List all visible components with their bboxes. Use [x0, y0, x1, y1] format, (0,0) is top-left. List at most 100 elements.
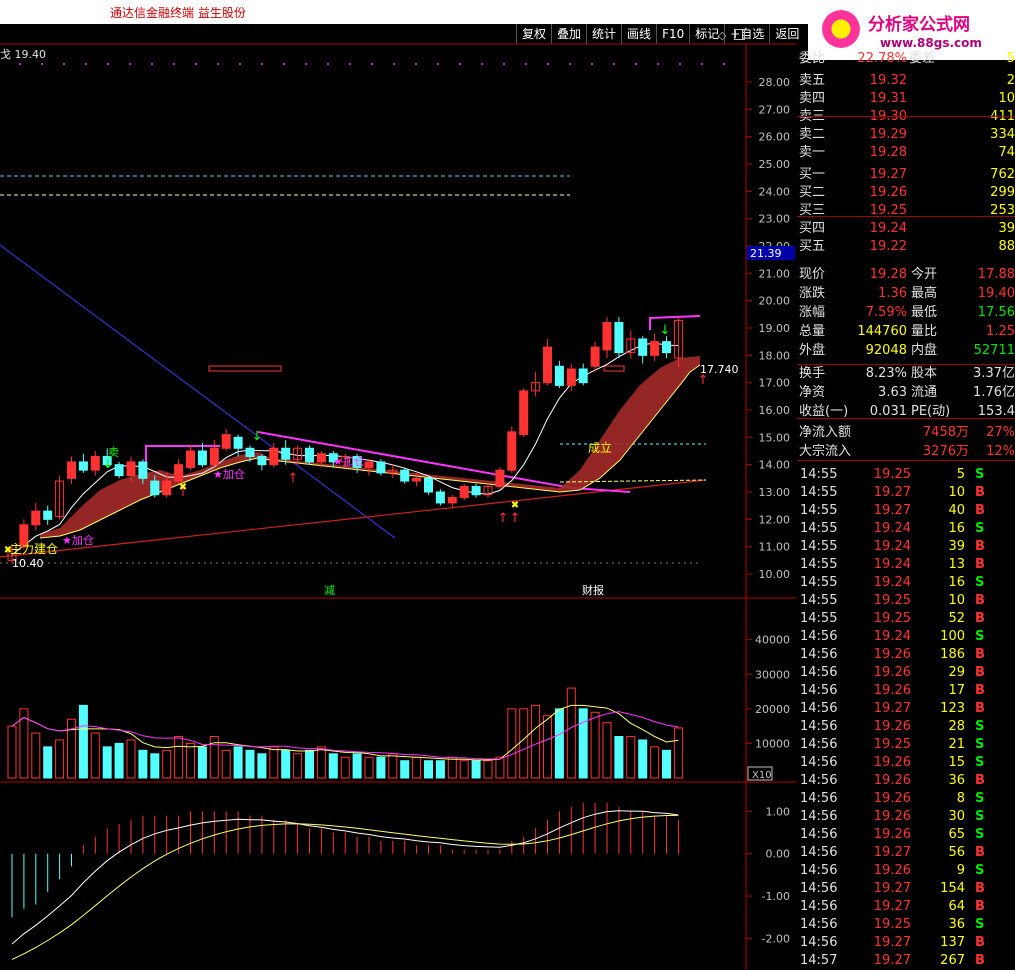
candle-body [78, 461, 88, 471]
tick-direction: B [975, 845, 985, 860]
price-tick-label: 20.00 [759, 295, 791, 308]
trade-tick-row: 14:55 19.25 10 B [797, 592, 1015, 610]
tick-direction: S [975, 755, 985, 770]
stat-value: 17.56 [977, 305, 1015, 320]
candle-body [281, 447, 291, 460]
tick-price: 19.26 [873, 719, 911, 734]
macd-tick-label: 1.00 [766, 805, 791, 818]
volume-bar [590, 711, 600, 779]
bid-price: 19.26 [869, 185, 907, 200]
ask-label: 卖四 [799, 91, 826, 106]
tick-time: 14:55 [800, 557, 838, 572]
ask-row: 卖二 19.29 334 [797, 126, 1015, 144]
bid-volume: 88 [998, 239, 1015, 254]
dot-marker [613, 63, 615, 65]
stat-label: 内盘 [911, 343, 938, 358]
tick-time: 14:56 [800, 845, 838, 860]
cross-marker-icon: ✖ [511, 500, 519, 511]
volume-tick-label: 40000 [755, 634, 790, 647]
trade-tick-row: 14:56 19.24 100 S [797, 628, 1015, 646]
bid-volume: 39 [998, 221, 1015, 236]
tick-volume: 29 [948, 665, 965, 680]
dot-marker [261, 63, 263, 65]
volume-bar [257, 753, 267, 779]
annotation-jiacang: ★加仓 [213, 467, 245, 481]
trade-tick-row: 14:55 19.27 10 B [797, 484, 1015, 502]
bid-label: 买一 [799, 167, 826, 182]
kline-chart[interactable]: 28.0027.0026.0025.0024.0023.0022.0021.00… [0, 0, 797, 970]
volume-bar [221, 749, 231, 779]
tick-price: 19.26 [873, 755, 911, 770]
candle-body [316, 453, 326, 463]
stat-label: 最低 [911, 305, 938, 320]
dot-marker [679, 63, 681, 65]
stat-value: 3.63 [878, 385, 907, 400]
annotation-report: 财报 [582, 583, 604, 597]
annotation-jiancang: 主力建仓 [10, 542, 58, 556]
candle-body [662, 341, 671, 354]
volume-bar [507, 708, 517, 779]
ask-row: 卖四 19.31 10 [797, 90, 1015, 108]
price-tick-label: 27.00 [759, 103, 791, 116]
candle-body [67, 461, 76, 479]
tick-volume: 28 [948, 719, 965, 734]
volume-bar [7, 725, 17, 779]
candle-body [447, 496, 457, 504]
candle-body [43, 510, 53, 520]
candle-body [566, 368, 576, 386]
volume-bar [364, 756, 374, 779]
price-tick-label: 17.00 [759, 377, 791, 390]
weibi-value: 22.78% [857, 51, 907, 66]
tick-direction: S [975, 629, 985, 644]
flow-row: 净流入额 7458万 27% [797, 424, 1015, 442]
candle-body [245, 447, 255, 457]
price-tick-label: 14.00 [759, 459, 791, 472]
tick-volume: 39 [948, 539, 965, 554]
tick-price: 19.27 [873, 935, 911, 950]
tick-price: 19.27 [873, 881, 911, 896]
down-arrow-icon: ↓ [660, 323, 671, 338]
macd-tick-label: -1.00 [762, 890, 790, 903]
price-tick-label: 26.00 [759, 131, 791, 144]
tick-price: 19.26 [873, 827, 911, 842]
tick-price: 19.24 [873, 521, 911, 536]
bid-label: 买四 [799, 221, 826, 236]
bid-row: 买三 19.25 253 [797, 202, 1015, 220]
tick-time: 14:55 [800, 539, 838, 554]
volume-bar [316, 746, 326, 779]
tick-time: 14:56 [800, 665, 838, 680]
candle-body [269, 447, 279, 466]
volume-tick-label: 20000 [755, 703, 790, 716]
tick-direction: B [975, 881, 985, 896]
volume-bar [197, 746, 207, 779]
tick-volume: 5 [956, 467, 965, 482]
dot-marker [151, 63, 153, 65]
tick-time: 14:56 [800, 719, 838, 734]
volume-bar [566, 687, 576, 779]
volume-bar [269, 746, 279, 779]
dot-marker [701, 63, 703, 65]
weibi-row: 委比 22.78% 委差 5 [797, 50, 1015, 68]
volume-bar [638, 739, 648, 779]
volume-bar [233, 746, 243, 779]
stat-value: 1.36 [878, 286, 907, 301]
volume-bar [114, 742, 124, 779]
dot-marker [107, 63, 109, 65]
trade-tick-row: 14:56 19.27 137 B [797, 934, 1015, 952]
dot-marker [503, 63, 505, 65]
stat-value: 1.76亿 [973, 385, 1015, 400]
tick-time: 14:56 [800, 737, 838, 752]
panel-divider [797, 216, 1015, 217]
trade-tick-row: 14:56 19.26 28 S [797, 718, 1015, 736]
volume-bar [531, 704, 541, 779]
stat-value: 19.40 [977, 286, 1015, 301]
stat-label: 外盘 [799, 343, 826, 358]
ask-price: 19.29 [869, 127, 907, 142]
volume-bar [138, 749, 148, 779]
stat-value: 17.88 [977, 267, 1015, 282]
candle-body [519, 390, 529, 436]
red-box-marker [208, 365, 282, 372]
volume-bar [447, 756, 457, 779]
volume-bar [150, 753, 160, 779]
dot-marker [283, 63, 285, 65]
